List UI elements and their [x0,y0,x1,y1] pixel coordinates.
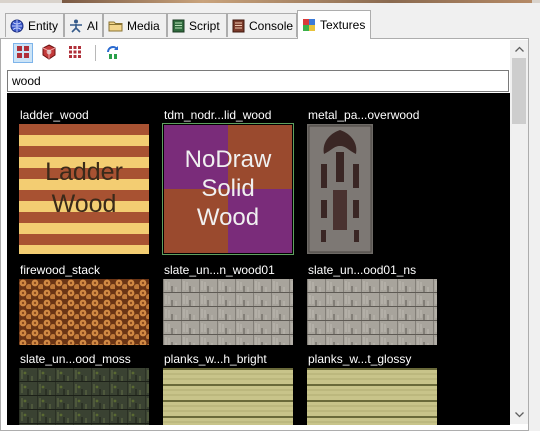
view-large-button[interactable] [13,43,33,63]
planks-bright-thumbnail [163,368,293,425]
scroll-down-icon[interactable] [513,409,525,421]
refresh-button[interactable] [103,43,123,63]
svg-text:Ladder: Ladder [45,158,123,186]
slate-wood-thumbnail [163,279,293,345]
view-small-icon [68,45,82,62]
tab-textures[interactable]: Textures [297,10,371,39]
textures-icon [302,18,316,32]
ladder-wood-thumbnail: Ladder Wood [19,124,149,254]
scroll-up-icon[interactable] [513,43,525,55]
tab-bar: Entity AI Media Script Console Textures [0,10,540,39]
tab-console[interactable]: Console [227,13,297,37]
textures-toolbar [7,40,507,66]
refresh-icon [105,44,121,63]
ai-figure-icon [69,19,83,33]
view-large-icon [16,45,30,62]
red-cube-icon [41,43,57,63]
material-cube-button[interactable] [39,43,59,63]
tab-ai[interactable]: AI [64,13,103,37]
tab-media[interactable]: Media [103,13,167,37]
slate-wood-ns-thumbnail [307,279,437,345]
toolbar-separator [95,45,96,61]
metal-panel-thumbnail [307,124,373,254]
texture-grid: ladder_wood Ladder Wood tdm_nodr...lid_w… [7,93,510,425]
tab-entity[interactable]: Entity [5,13,64,37]
tab-script[interactable]: Script [167,13,227,37]
scrollbar-thumb[interactable] [512,58,526,124]
planks-glossy-thumbnail [307,368,437,425]
firewood-thumbnail [19,279,149,345]
nodraw-wood-thumbnail: NoDraw Solid Wood [162,123,294,255]
media-folder-icon [108,19,123,32]
slate-moss-thumbnail [19,368,149,425]
view-small-button[interactable] [65,43,85,63]
svg-text:Solid: Solid [201,175,254,202]
entity-globe-icon [10,19,24,33]
window-top-strip [0,0,540,3]
console-icon [232,19,245,33]
vertical-scrollbar[interactable] [510,40,528,424]
svg-text:Wood: Wood [52,190,117,218]
script-icon [172,19,185,33]
svg-text:Wood: Wood [197,204,259,231]
svg-text:NoDraw: NoDraw [185,146,272,173]
texture-filter-input[interactable]: wood [7,70,509,92]
